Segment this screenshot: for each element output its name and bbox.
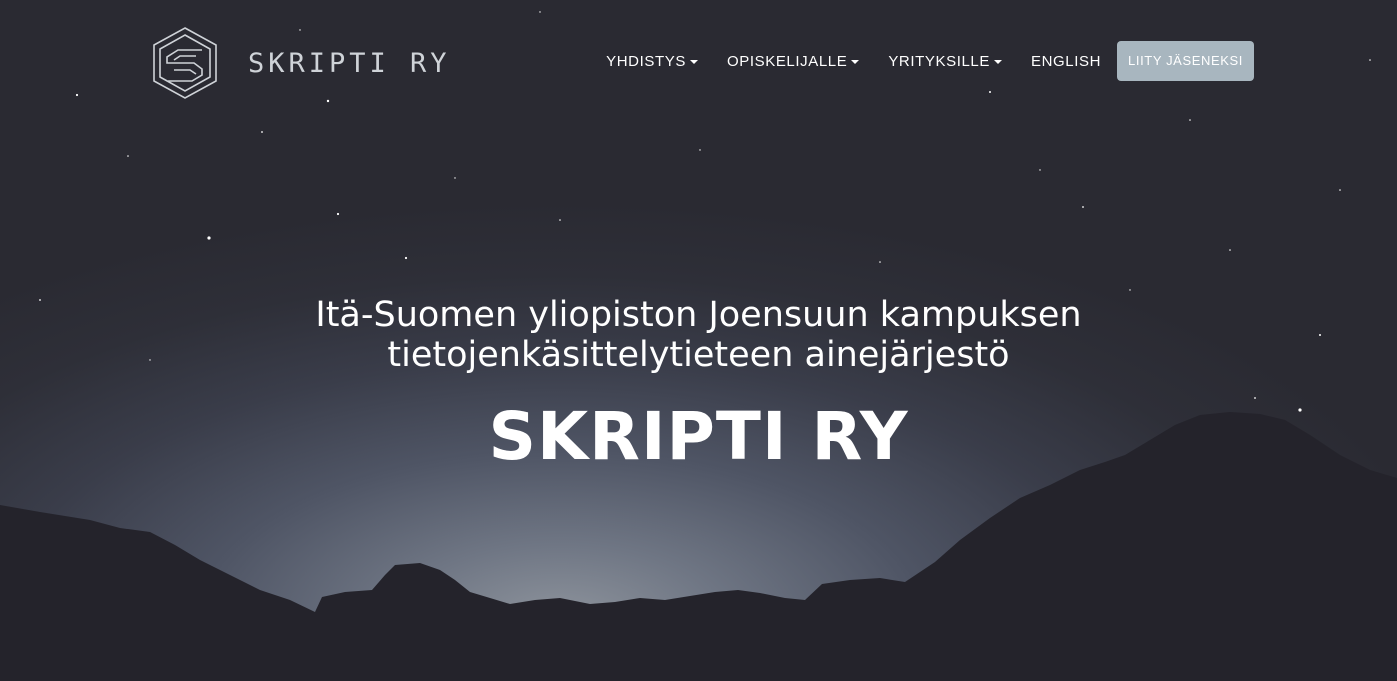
nav-item-label: ENGLISH xyxy=(1030,52,1102,70)
brand-logo[interactable]: SKRIPTI RY xyxy=(150,26,451,100)
nav-item-opiskelijalle[interactable]: OPISKELIJALLE xyxy=(726,52,860,70)
caret-down-icon xyxy=(993,59,1002,64)
hero-subtitle: Itä-Suomen yliopiston Joensuun kampuksen… xyxy=(0,295,1397,375)
caret-down-icon xyxy=(851,59,860,64)
nav-item-label: YHDISTYS xyxy=(606,52,686,70)
hero-subtitle-line-2: tietojenkäsittelytieteen ainejärjestö xyxy=(387,335,1010,375)
skripti-hexagon-logo-icon xyxy=(153,27,217,99)
brand-name: SKRIPTI RY xyxy=(248,47,451,79)
nav-item-label: YRITYKSILLE xyxy=(888,52,990,70)
nav-item-label: OPISKELIJALLE xyxy=(726,52,848,70)
main-navigation: YHDISTYS OPISKELIJALLE YRITYKSILLE ENGLI… xyxy=(606,41,1254,81)
nav-item-yhdistys[interactable]: YHDISTYS xyxy=(606,53,698,70)
join-member-button[interactable]: LIITY JÄSENEKSI xyxy=(1117,41,1254,81)
page: SKRIPTI RY YHDISTYS OPISKELIJALLE YRITYK… xyxy=(0,0,1397,681)
caret-down-icon xyxy=(689,59,698,64)
hero-subtitle-line-1: Itä-Suomen yliopiston Joensuun kampuksen xyxy=(315,295,1082,335)
nav-item-yrityksille[interactable]: YRITYKSILLE xyxy=(888,53,1002,70)
hero-title: SKRIPTI RY xyxy=(488,398,909,475)
nav-item-english[interactable]: ENGLISH xyxy=(1031,53,1101,70)
